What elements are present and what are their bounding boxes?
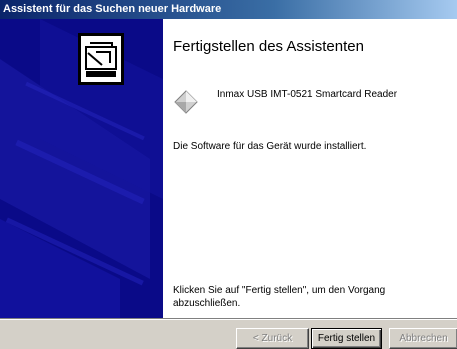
wizard-content: Fertigstellen des Assistenten Inmax USB … bbox=[163, 19, 457, 318]
page-title: Fertigstellen des Assistenten bbox=[173, 38, 364, 55]
installed-message: Die Software für das Gerät wurde install… bbox=[173, 141, 367, 152]
button-bar: < Zurück Fertig stellen Abbrechen bbox=[0, 318, 457, 349]
title-bar: Assistent für das Suchen neuer Hardware bbox=[0, 0, 457, 19]
device-diamond-icon bbox=[174, 90, 198, 114]
back-button[interactable]: < Zurück bbox=[236, 328, 309, 349]
wizard-sidebar bbox=[0, 19, 163, 318]
wizard-window: Assistent für das Suchen neuer Hardware bbox=[0, 0, 457, 349]
sidebar-graphic bbox=[0, 19, 163, 318]
finish-button[interactable]: Fertig stellen bbox=[311, 328, 382, 349]
hardware-wizard-icon bbox=[78, 33, 124, 85]
window-title: Assistent für das Suchen neuer Hardware bbox=[3, 3, 222, 15]
device-name: Inmax USB IMT-0521 Smartcard Reader bbox=[217, 89, 398, 100]
cancel-button[interactable]: Abbrechen bbox=[389, 328, 457, 349]
finish-instructions: Klicken Sie auf "Fertig stellen", um den… bbox=[173, 285, 386, 309]
